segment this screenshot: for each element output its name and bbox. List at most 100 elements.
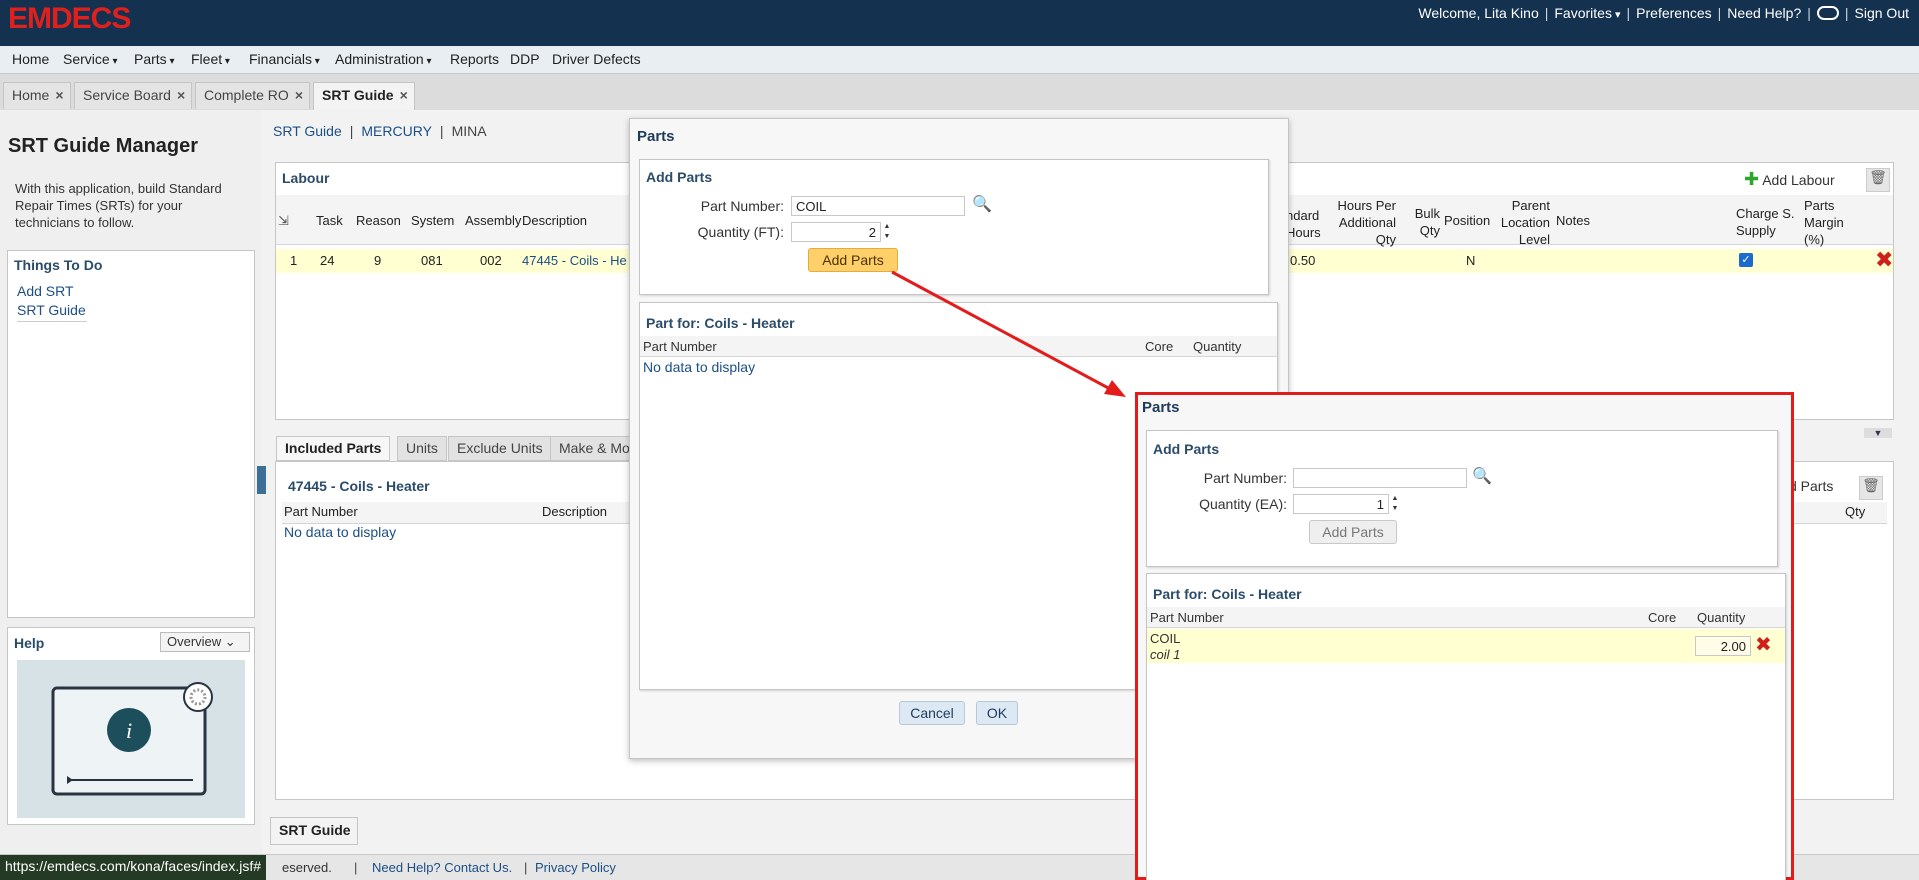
col-parent-location-level[interactable]: Parent Location Level: [1498, 197, 1550, 248]
part-number-input[interactable]: [791, 196, 965, 216]
breadcrumb-mina[interactable]: MINA: [452, 123, 487, 139]
delete-row-icon[interactable]: ✖: [1755, 632, 1772, 657]
col-core[interactable]: Core: [1145, 339, 1173, 354]
col-bulk-qty[interactable]: Bulk Qty: [1406, 205, 1440, 239]
add-srt-link[interactable]: Add SRT: [17, 283, 74, 299]
tab-make-model[interactable]: Make & Mo: [550, 436, 639, 461]
col-qty[interactable]: Qty: [1845, 504, 1865, 519]
collapse-left-panel-handle[interactable]: [257, 466, 266, 494]
close-icon[interactable]: ×: [400, 87, 408, 103]
search-icon[interactable]: 🔍: [1472, 466, 1492, 486]
row-quantity-input[interactable]: [1695, 636, 1751, 656]
menu-home[interactable]: Home: [12, 51, 49, 67]
cancel-button[interactable]: Cancel: [899, 701, 965, 725]
tab-exclude-units[interactable]: Exclude Units: [448, 436, 552, 461]
add-parts-button[interactable]: Add Parts: [808, 248, 898, 272]
quantity-stepper[interactable]: ▲ ▼: [1390, 494, 1400, 514]
need-help-link[interactable]: Need Help?: [1727, 5, 1801, 21]
col-assembly[interactable]: Assembly: [465, 213, 521, 228]
welcome-text: Welcome, Lita Kino: [1418, 5, 1539, 21]
trash-icon[interactable]: 🗑: [1859, 476, 1883, 500]
things-to-do-title: Things To Do: [14, 257, 103, 273]
svg-text:i: i: [126, 718, 132, 743]
col-part-number[interactable]: Part Number: [1150, 610, 1224, 625]
tab-label: Home: [12, 87, 50, 103]
col-task[interactable]: Task: [316, 213, 343, 228]
charge-supply-checkbox[interactable]: ✓: [1739, 253, 1753, 267]
footer-privacy-link[interactable]: Privacy Policy: [535, 860, 616, 875]
menu-service[interactable]: Service: [63, 51, 118, 67]
srt-guide-link[interactable]: SRT Guide: [17, 302, 86, 318]
tab-units[interactable]: Units: [397, 436, 447, 461]
search-icon[interactable]: 🔍: [972, 194, 992, 214]
col-standard-hours[interactable]: ndard Hours: [1286, 207, 1321, 241]
col-system[interactable]: System: [411, 213, 454, 228]
tab-included-parts[interactable]: Included Parts: [276, 436, 391, 461]
add-parts-title: Add Parts: [1153, 441, 1220, 457]
menu-financials[interactable]: Financials: [249, 51, 320, 67]
table-row[interactable]: [1147, 629, 1785, 663]
footer-rights: eserved.: [282, 860, 332, 875]
col-parts-margin[interactable]: Parts Margin (%): [1804, 197, 1864, 248]
col-part-number[interactable]: Part Number: [643, 339, 717, 354]
favorites-menu[interactable]: Favorites: [1554, 5, 1620, 21]
tab-home[interactable]: Home ×: [3, 82, 71, 109]
tab-complete-ro[interactable]: Complete RO ×: [195, 82, 310, 109]
filter-icon[interactable]: ⇲: [278, 213, 289, 229]
col-hours-per-additional-qty[interactable]: Hours Per Additional Qty: [1324, 197, 1396, 248]
col-core[interactable]: Core: [1648, 610, 1676, 625]
breadcrumb-srt-guide[interactable]: SRT Guide: [273, 123, 342, 139]
footer-help-link[interactable]: Need Help? Contact Us.: [372, 860, 512, 875]
quantity-input[interactable]: [1293, 494, 1389, 514]
dialog-title: Parts: [637, 128, 675, 145]
ok-button[interactable]: OK: [976, 701, 1018, 725]
menu-ddp[interactable]: DDP: [510, 51, 540, 67]
col-charge-supply[interactable]: Charge S. Supply: [1736, 205, 1796, 239]
trash-icon[interactable]: 🗑: [1866, 168, 1890, 192]
col-position[interactable]: Position: [1444, 213, 1490, 228]
add-parts-title: Add Parts: [646, 169, 713, 185]
menu-parts[interactable]: Parts: [134, 51, 175, 67]
preferences-link[interactable]: Preferences: [1636, 5, 1711, 21]
sign-out-link[interactable]: Sign Out: [1855, 5, 1909, 21]
help-topic-select[interactable]: Overview ⌄: [160, 632, 250, 652]
quantity-stepper[interactable]: ▲ ▼: [882, 222, 892, 242]
tab-label: SRT Guide: [322, 87, 394, 103]
part-number-label: Part Number:: [700, 198, 784, 214]
breadcrumb-mercury[interactable]: MERCURY: [361, 123, 432, 139]
col-description[interactable]: Description: [542, 504, 607, 519]
col-notes[interactable]: Notes: [1556, 213, 1590, 228]
add-parts-button[interactable]: Add Parts: [1309, 520, 1397, 544]
tab-service-board[interactable]: Service Board ×: [74, 82, 193, 109]
part-number-label: Part Number:: [1203, 470, 1287, 486]
status-url: https://emdecs.com/kona/faces/index.jsf#: [0, 855, 267, 880]
menu-fleet[interactable]: Fleet: [191, 51, 230, 67]
collapse-icon[interactable]: ▼: [1864, 428, 1892, 438]
col-quantity[interactable]: Quantity: [1193, 339, 1241, 354]
part-grid-header: [640, 336, 1277, 357]
row-position: N: [1466, 253, 1476, 268]
add-parts-link[interactable]: d Parts: [1789, 478, 1833, 494]
part-number-input[interactable]: [1293, 468, 1467, 488]
close-icon[interactable]: ×: [177, 87, 185, 103]
emdecs-logo[interactable]: EMDECS: [8, 2, 131, 36]
col-reason[interactable]: Reason: [356, 213, 401, 228]
quantity-input[interactable]: [791, 222, 881, 242]
row-description[interactable]: 47445 - Coils - He: [522, 253, 627, 268]
toggle-icon[interactable]: [1816, 6, 1839, 20]
user-links: Welcome, Lita Kino| Favorites| Preferenc…: [1418, 5, 1909, 21]
menu-reports[interactable]: Reports: [450, 51, 499, 67]
add-labour-button[interactable]: ✚ Add Labour: [1744, 169, 1835, 190]
close-icon[interactable]: ×: [55, 87, 63, 103]
col-part-number[interactable]: Part Number: [284, 504, 358, 519]
close-icon[interactable]: ×: [295, 87, 303, 103]
col-description[interactable]: Description: [522, 213, 587, 228]
tab-srt-guide[interactable]: SRT Guide ×: [313, 82, 415, 110]
delete-row-icon[interactable]: ✖: [1875, 247, 1893, 273]
menu-driver-defects[interactable]: Driver Defects: [552, 51, 641, 67]
help-video[interactable]: i: [17, 660, 245, 818]
col-quantity[interactable]: Quantity: [1697, 610, 1745, 625]
menu-administration[interactable]: Administration: [335, 51, 432, 67]
bottom-tab-srt-guide[interactable]: SRT Guide: [270, 817, 358, 845]
dialog-title: Parts: [1142, 399, 1180, 416]
